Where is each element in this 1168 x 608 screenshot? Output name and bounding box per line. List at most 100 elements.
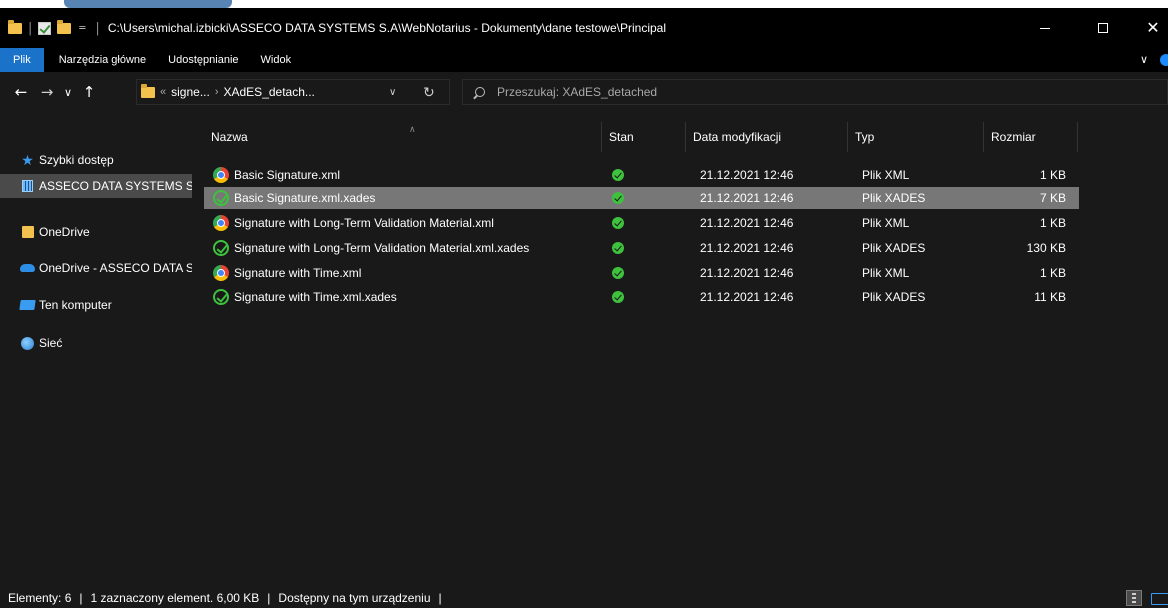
chrome-icon — [213, 167, 229, 183]
background-logo — [64, 0, 232, 8]
recent-locations-icon[interactable]: ∨ — [60, 86, 76, 99]
column-header-name[interactable]: Nazwa ∧ — [204, 122, 602, 152]
onedrive-cloud-icon — [20, 261, 35, 275]
file-size: 11 KB — [1034, 290, 1066, 304]
file-size: 130 KB — [1026, 241, 1066, 255]
file-type: Plik XADES — [862, 241, 926, 255]
onedrive-folder-icon — [20, 225, 35, 239]
file-type: Plik XML — [862, 266, 910, 280]
window-title: C:\Users\michal.izbicki\ASSECO DATA SYST… — [107, 21, 666, 35]
chevron-right-icon[interactable]: › — [215, 86, 219, 98]
file-size: 1 KB — [1039, 266, 1066, 280]
ribbon-tabs: Plik Narzędzia główne Udostępnianie Wido… — [0, 48, 1168, 72]
column-header-type[interactable]: Typ — [848, 122, 984, 152]
chrome-icon — [213, 215, 229, 231]
large-icons-view-icon[interactable] — [1150, 590, 1168, 606]
close-button[interactable]: ✕ — [1130, 8, 1168, 48]
maximize-icon — [1098, 23, 1108, 33]
column-header-label: Stan — [609, 130, 634, 144]
sidebar-item-onedrive[interactable]: OneDrive — [0, 220, 192, 244]
close-icon: ✕ — [1146, 18, 1160, 37]
refresh-icon[interactable]: ↻ — [423, 84, 435, 101]
tab-home[interactable]: Narzędzia główne — [48, 48, 157, 72]
explorer-window: | ═ | C:\Users\michal.izbicki\ASSECO DAT… — [0, 8, 1168, 608]
file-type: Plik XADES — [862, 290, 926, 304]
table-row[interactable]: Signature with Time.xml.xades 21.12.2021… — [204, 286, 1079, 308]
sync-ok-icon — [612, 267, 624, 279]
search-input[interactable] — [497, 85, 1097, 99]
up-button[interactable]: ↑ — [76, 83, 102, 101]
sidebar-item-label: Szybki dostęp — [39, 153, 114, 167]
back-button[interactable]: ← — [8, 83, 34, 101]
expand-ribbon-icon[interactable]: ∨ — [1140, 48, 1148, 72]
quick-access-toolbar: | ═ | C:\Users\michal.izbicki\ASSECO DAT… — [0, 8, 666, 48]
toolbar-separator: | — [95, 20, 100, 36]
file-size: 7 KB — [1039, 191, 1066, 205]
xades-signature-icon — [213, 289, 229, 305]
tab-view[interactable]: Widok — [250, 48, 303, 72]
file-date: 21.12.2021 12:46 — [700, 191, 794, 205]
help-icon[interactable] — [1160, 54, 1168, 66]
tab-file[interactable]: Plik — [0, 48, 44, 72]
network-icon — [20, 336, 35, 350]
maximize-button[interactable] — [1080, 8, 1126, 48]
status-bar: Elementy: 6 | 1 zaznaczony element. 6,00… — [0, 588, 1168, 608]
background-strip — [0, 0, 1168, 8]
file-date: 21.12.2021 12:46 — [700, 241, 794, 255]
folder-icon — [8, 19, 22, 34]
file-date: 21.12.2021 12:46 — [700, 266, 794, 280]
file-name: Signature with Long-Term Validation Mate… — [234, 241, 530, 255]
search-icon — [475, 87, 485, 97]
file-name: Signature with Time.xml.xades — [234, 290, 397, 304]
table-row[interactable]: Signature with Long-Term Validation Mate… — [204, 237, 1079, 259]
computer-icon — [19, 298, 36, 312]
breadcrumb-item[interactable]: signe... — [171, 85, 210, 99]
sidebar-item-label: Sieć — [39, 336, 63, 350]
star-icon: ★ — [21, 151, 34, 168]
column-header-size[interactable]: Rozmiar — [984, 122, 1078, 152]
sidebar-item-onedrive-asseco[interactable]: OneDrive - ASSECO DATA SYSTEMS S.A — [0, 256, 192, 280]
breadcrumb-item[interactable]: XAdES_detach... — [224, 85, 315, 99]
new-folder-icon[interactable] — [57, 19, 72, 34]
file-date: 21.12.2021 12:46 — [700, 168, 794, 182]
navigation-pane: ★ Szybki dostęp ASSECO DATA SYSTEMS S.A … — [0, 112, 192, 588]
address-bar[interactable]: « signe... › XAdES_detach... ∨ ↻ — [136, 79, 450, 105]
xades-signature-icon — [213, 190, 229, 206]
file-date: 21.12.2021 12:46 — [700, 290, 794, 304]
table-row[interactable]: Signature with Long-Term Validation Mate… — [204, 212, 1079, 234]
file-name: Basic Signature.xml — [234, 168, 341, 182]
tab-share[interactable]: Udostępnianie — [157, 48, 249, 72]
sync-ok-icon — [612, 217, 624, 229]
status-separator: | — [438, 591, 442, 605]
column-header-label: Typ — [855, 130, 875, 144]
properties-icon[interactable] — [38, 21, 52, 35]
search-box[interactable] — [462, 79, 1168, 105]
file-name: Basic Signature.xml.xades — [234, 191, 376, 205]
details-view-icon[interactable] — [1126, 590, 1142, 606]
customize-toolbar-icon[interactable]: ═ — [79, 23, 85, 34]
sidebar-item-network[interactable]: Sieć — [0, 331, 192, 355]
table-row[interactable]: Basic Signature.xml 21.12.2021 12:46 Pli… — [204, 164, 1079, 186]
sidebar-item-asseco[interactable]: ASSECO DATA SYSTEMS S.A — [0, 174, 192, 198]
table-row[interactable]: Signature with Time.xml 21.12.2021 12:46… — [204, 262, 1079, 284]
table-row[interactable]: Basic Signature.xml.xades 21.12.2021 12:… — [204, 187, 1079, 209]
sidebar-item-quick-access[interactable]: ★ Szybki dostęp — [0, 148, 192, 172]
column-header-status[interactable]: Stan — [602, 122, 686, 152]
item-count: Elementy: 6 — [8, 591, 72, 605]
file-name: Signature with Time.xml — [234, 266, 362, 280]
breadcrumb-overflow[interactable]: « — [160, 86, 166, 98]
minimize-button[interactable] — [1022, 8, 1068, 48]
sort-ascending-icon: ∧ — [409, 124, 416, 134]
chrome-icon — [213, 265, 229, 281]
sidebar-item-this-pc[interactable]: Ten komputer — [0, 293, 192, 317]
column-header-modified[interactable]: Data modyfikacji — [686, 122, 848, 152]
file-size: 1 KB — [1039, 216, 1066, 230]
sync-ok-icon — [612, 291, 624, 303]
sidebar-item-label: OneDrive — [39, 225, 90, 239]
status-separator: | — [79, 591, 83, 605]
title-bar[interactable]: | ═ | C:\Users\michal.izbicki\ASSECO DAT… — [0, 8, 1168, 48]
selection-info: 1 zaznaczony element. 6,00 KB — [90, 591, 260, 605]
forward-button[interactable]: → — [34, 83, 60, 101]
xades-signature-icon — [213, 240, 229, 256]
chevron-down-icon[interactable]: ∨ — [389, 87, 396, 98]
